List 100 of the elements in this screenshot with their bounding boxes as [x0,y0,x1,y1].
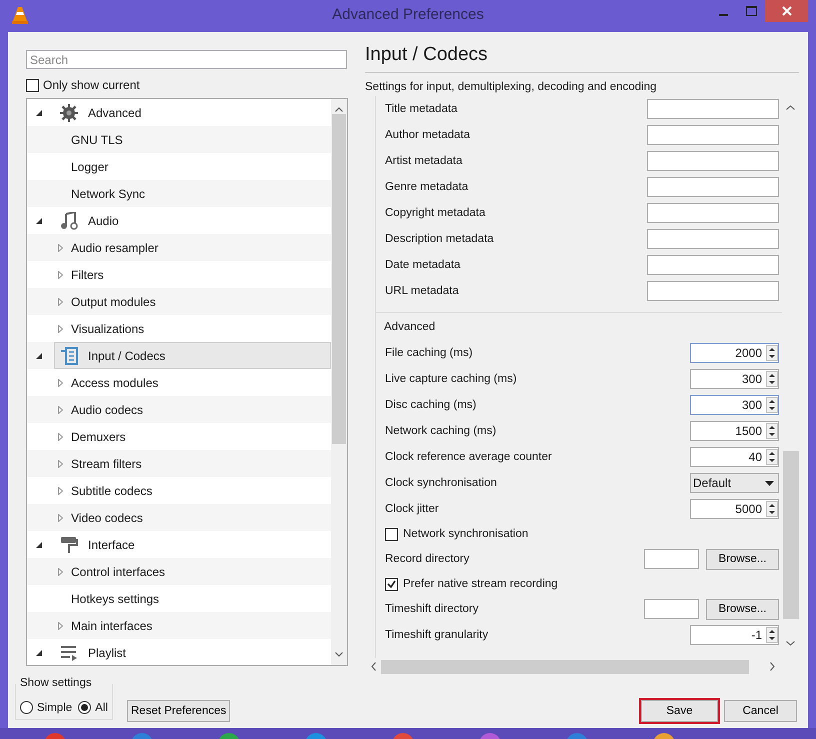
scroll-right-icon [770,662,775,671]
spin-arrows-icon [766,397,778,413]
group-label: Show settings [18,677,94,689]
close-button[interactable] [765,0,808,22]
checkbox[interactable] [385,528,398,540]
text-field[interactable] [647,255,779,275]
radio-button[interactable] [78,701,92,714]
setting-label: Title metadata [385,103,458,115]
tree-item[interactable]: Network Sync [71,184,146,202]
spin-box[interactable]: 40 [690,447,779,467]
dropdown[interactable]: Default [690,473,779,493]
tree-item[interactable]: Filters [71,266,104,284]
text-field[interactable] [647,125,779,145]
scrollbar-thumb[interactable] [782,451,798,619]
spin-box[interactable]: 5000 [690,499,779,519]
spin-arrows-icon [766,501,778,517]
setting-label: Clock jitter [385,503,440,515]
tree-item[interactable]: Audio resampler [71,238,158,256]
spin-box[interactable]: -1 [690,625,779,645]
text-field[interactable] [647,203,779,223]
setting-label: Timeshift granularity [385,629,490,641]
tree-item[interactable]: Advanced [54,99,331,126]
text-field[interactable] [647,281,779,301]
spin-arrows-icon [766,423,778,439]
playlist-icon [60,646,77,660]
paint-roller-icon [61,536,78,552]
spin-box[interactable]: 2000 [690,343,779,363]
scroll-left-icon [371,662,376,671]
gear-icon [60,104,78,122]
spin-arrows-icon [766,449,778,465]
tree-item[interactable]: GNU TLS [71,130,123,148]
tree-item[interactable]: Playlist [54,639,331,665]
spin-box[interactable]: 1500 [690,421,779,441]
spin-box[interactable]: 300 [690,369,779,389]
directory-field[interactable] [644,549,699,569]
section-title: Advanced [384,320,436,332]
tree-item[interactable]: Access modules [71,374,158,392]
text-field[interactable] [647,99,779,119]
spin-box[interactable]: 300 [690,395,779,415]
close-icon [782,6,792,16]
music-note-icon [61,212,78,230]
tree-item[interactable]: Main interfaces [71,616,152,634]
setting-label: Record directory [385,553,470,565]
codec-icon [61,346,78,364]
radio-label: Simple [37,702,72,714]
tree-item[interactable]: Subtitle codecs [71,482,152,500]
text-field[interactable] [647,229,779,249]
setting-label: Copyright metadata [385,207,486,219]
tree-item[interactable]: Audio codecs [71,400,144,418]
save-button[interactable]: Save [641,700,718,722]
browse-button[interactable]: Browse... [706,548,779,570]
scrollbar-thumb[interactable] [332,114,346,444]
browse-button[interactable]: Browse... [706,598,779,620]
scroll-up-icon [335,107,343,112]
checkbox[interactable] [385,578,398,590]
page-description: Settings for input, demultiplexing, decoding and encoding [365,81,657,93]
tree-item[interactable]: Logger [71,158,108,176]
setting-label: URL metadata [385,285,460,297]
spin-arrows-icon [766,627,778,643]
scrollbar-thumb[interactable] [381,660,749,674]
setting-label: Timeshift directory [385,603,480,615]
setting-label: Clock synchronisation [385,477,498,489]
tree-item[interactable]: Input / Codecs [54,342,331,369]
scroll-up-icon [786,105,795,110]
radio-option[interactable]: Simple [20,701,72,714]
tree-item[interactable]: Demuxers [71,428,126,446]
setting-label: Description metadata [385,233,495,245]
tree-item[interactable]: Output modules [71,292,156,310]
vlc-cone-icon [12,6,28,24]
reset-button[interactable]: Reset Preferences [127,700,230,722]
directory-field[interactable] [644,599,699,619]
text-field[interactable] [647,177,779,197]
tree-item[interactable]: Video codecs [71,508,143,526]
setting-label: Network caching (ms) [385,425,498,437]
cancel-button[interactable]: Cancel [724,700,797,722]
scroll-down-icon [786,641,795,646]
radio-button[interactable] [20,701,33,714]
setting-label: Date metadata [385,259,462,271]
scroll-down-icon [335,652,343,657]
checkbox[interactable] [26,78,39,92]
setting-label: Disc caching (ms) [385,399,478,411]
spin-arrows-icon [766,345,778,361]
search-field[interactable]: Search [26,50,347,69]
checkmark-icon [387,580,396,588]
tree-item[interactable]: Audio [54,207,331,234]
dropdown-arrow-icon [765,480,774,486]
tree-item[interactable]: Interface [54,531,331,558]
setting-label: Clock reference average counter [385,451,553,463]
tree-item[interactable]: Hotkeys settings [71,590,160,608]
setting-label: Author metadata [385,129,472,141]
checkbox-label: Only show current [43,78,140,92]
maximize-icon [746,6,756,16]
tree-item[interactable]: Stream filters [71,454,142,472]
page-title: Input / Codecs [365,44,488,65]
tree-item[interactable]: Visualizations [71,320,144,338]
setting-label: Prefer native stream recording [403,578,559,590]
radio-label: All [95,702,108,714]
minimize-icon [718,14,728,16]
text-field[interactable] [647,151,779,171]
radio-option[interactable]: All [78,701,108,714]
